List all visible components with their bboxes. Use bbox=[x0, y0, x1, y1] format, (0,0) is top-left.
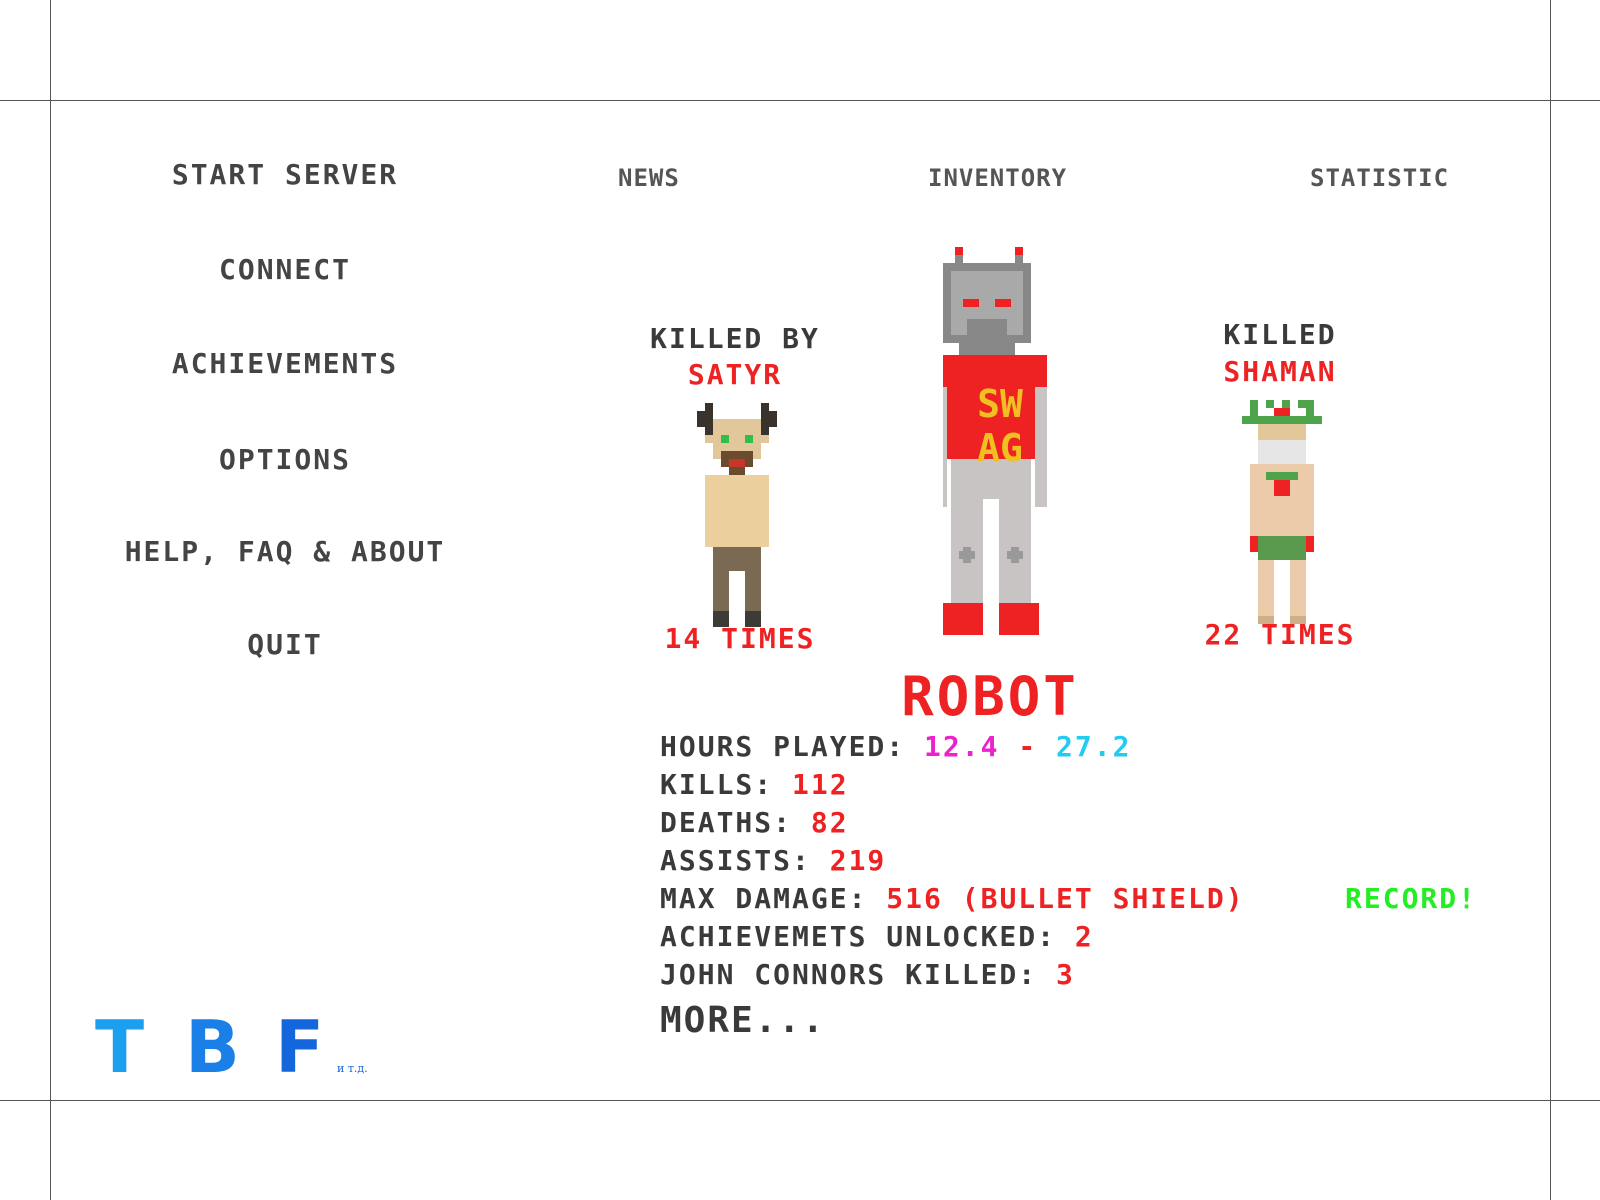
logo-letter-b: B bbox=[185, 1005, 240, 1089]
stat-kills-label: KILLS: bbox=[660, 768, 774, 801]
stat-assists-label: ASSISTS: bbox=[660, 844, 811, 877]
stat-deaths-label: DEATHS: bbox=[660, 806, 793, 839]
tab-news[interactable]: NEWS bbox=[618, 164, 680, 192]
stat-achievements-value: 2 bbox=[1074, 920, 1094, 953]
guide-line-top bbox=[0, 100, 1600, 101]
stat-achievements: ACHIEVEMETS UNLOCKED: 2 bbox=[660, 920, 1094, 953]
menu-connect[interactable]: CONNECT bbox=[100, 253, 470, 286]
logo-suffix: и т.д. bbox=[337, 1062, 368, 1075]
tab-inventory[interactable]: INVENTORY bbox=[928, 164, 1067, 192]
menu-help[interactable]: HELP, FAQ & ABOUT bbox=[95, 535, 475, 568]
guide-line-left bbox=[50, 0, 51, 1200]
menu-quit[interactable]: QUIT bbox=[100, 628, 470, 661]
satyr-sprite bbox=[697, 403, 777, 627]
menu-start-server[interactable]: START SERVER bbox=[100, 158, 470, 191]
stat-hours-sep: - bbox=[1018, 730, 1038, 763]
stat-deaths: DEATHS: 82 bbox=[660, 806, 849, 839]
shaman-sprite bbox=[1242, 400, 1322, 624]
killed-by-name: SATYR bbox=[687, 358, 783, 391]
guide-line-right bbox=[1550, 0, 1551, 1200]
stat-assists: ASSISTS: 219 bbox=[660, 844, 886, 877]
stat-hours: HOURS PLAYED: 12.4 - 27.2 bbox=[660, 730, 1131, 763]
stat-john-connors-label: JOHN CONNORS KILLED: bbox=[660, 958, 1038, 991]
robot-shirt-text: SW AG bbox=[977, 382, 1023, 470]
menu-options[interactable]: OPTIONS bbox=[100, 443, 470, 476]
stat-deaths-value: 82 bbox=[810, 806, 849, 839]
killed-caption: KILLED bbox=[1223, 318, 1337, 351]
character-name: ROBOT bbox=[901, 665, 1079, 728]
stat-max-damage-label: MAX DAMAGE: bbox=[660, 882, 868, 915]
killed-by-count: 14 TIMES bbox=[664, 622, 816, 655]
killed-name: SHAMAN bbox=[1223, 355, 1337, 388]
stat-assists-value: 219 bbox=[829, 844, 887, 877]
stat-hours-label: HOURS PLAYED: bbox=[660, 730, 906, 763]
logo-letter-f: F bbox=[275, 1005, 325, 1089]
menu-achievements[interactable]: ACHIEVEMENTS bbox=[100, 347, 470, 380]
stat-hours-min: 12.4 bbox=[924, 730, 1000, 763]
killed-by-caption: KILLED BY bbox=[650, 322, 820, 355]
stat-kills: KILLS: 112 bbox=[660, 768, 849, 801]
stat-max-damage-value: 516 (BULLET SHIELD) bbox=[886, 882, 1245, 915]
tab-statistic[interactable]: STATISTIC bbox=[1310, 164, 1449, 192]
stat-kills-value: 112 bbox=[792, 768, 849, 801]
guide-line-bottom bbox=[0, 1100, 1600, 1101]
logo-letter-t: T bbox=[95, 1005, 145, 1089]
stat-achievements-label: ACHIEVEMETS UNLOCKED: bbox=[660, 920, 1057, 953]
record-badge: RECORD! bbox=[1345, 882, 1478, 915]
killed-count: 22 TIMES bbox=[1204, 618, 1356, 651]
stat-hours-max: 27.2 bbox=[1056, 730, 1132, 763]
stat-john-connors: JOHN CONNORS KILLED: 3 bbox=[660, 958, 1075, 991]
stat-max-damage: MAX DAMAGE: 516 (BULLET SHIELD) bbox=[660, 882, 1245, 915]
more-link[interactable]: MORE... bbox=[660, 1000, 826, 1041]
stat-john-connors-value: 3 bbox=[1056, 958, 1075, 991]
